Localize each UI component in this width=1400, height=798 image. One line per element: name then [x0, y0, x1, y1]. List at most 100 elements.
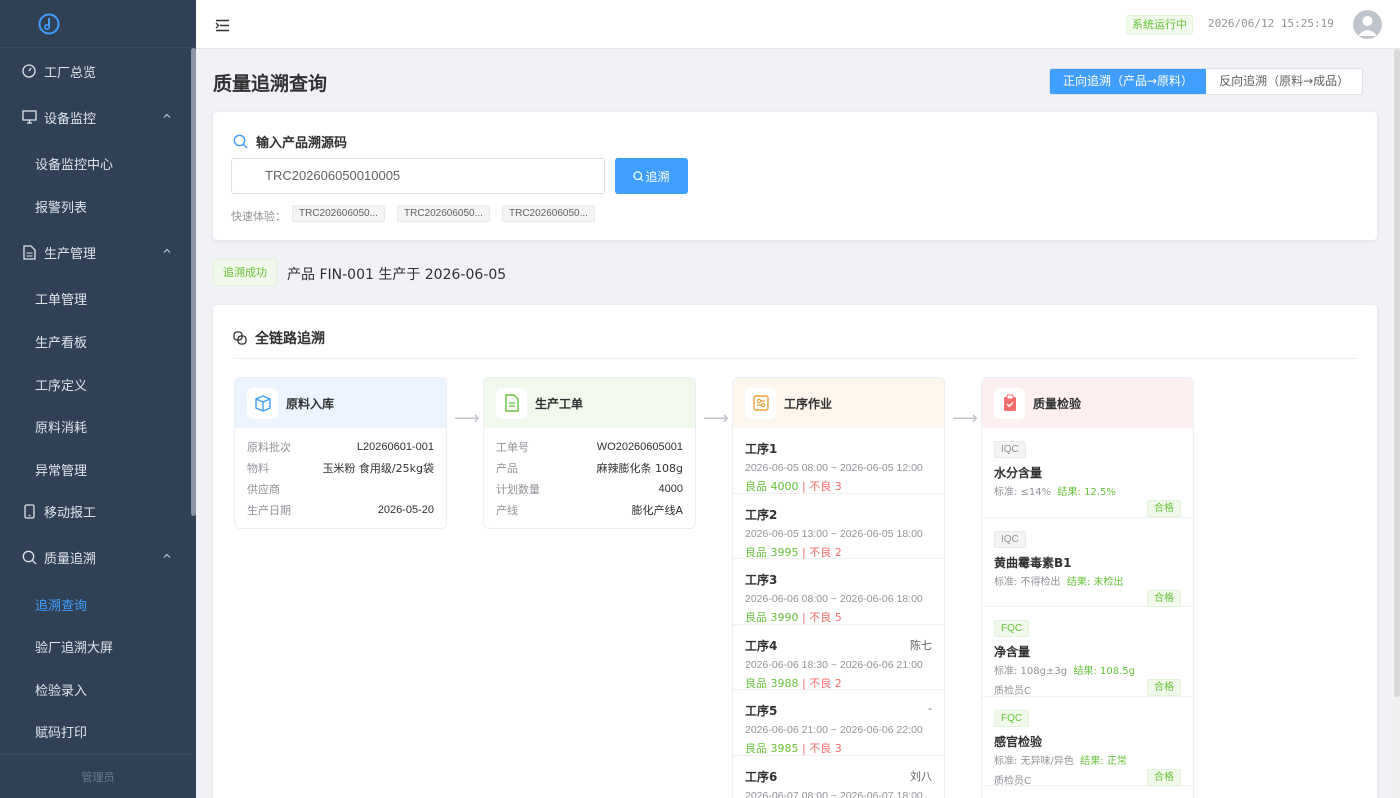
- reverse-trace-button[interactable]: 反向追溯（原料→成品）: [1206, 69, 1362, 94]
- process-step: 工序2 2026-06-05 13:00 ~ 2026-06-05 18:00 …: [733, 494, 944, 559]
- sidebar-item-exception[interactable]: 异常管理: [35, 449, 185, 489]
- sidebar-item-work-order[interactable]: 工单管理: [35, 278, 185, 318]
- process-stage-card: 工序作业 工序1 2026-06-05 08:00 ~ 2026-06-05 1…: [732, 377, 945, 798]
- stage-header: 生产工单: [484, 378, 695, 428]
- qc-type-badge: FQC: [994, 709, 1030, 727]
- link-icon: [233, 331, 247, 345]
- pass-badge: 合格: [1147, 589, 1181, 607]
- chevron-up-icon: [163, 248, 171, 253]
- chevron-up-icon: [163, 553, 171, 558]
- qc-type-badge: FQC: [994, 620, 1030, 637]
- pass-badge: 合格: [1147, 500, 1181, 517]
- forward-trace-button[interactable]: 正向追溯（产品→原料）: [1050, 69, 1207, 94]
- menu-toggle-icon[interactable]: [215, 17, 230, 36]
- quick-try-label: 快速体验：: [231, 210, 286, 223]
- sidebar-item-alarm-list[interactable]: 报警列表: [35, 186, 185, 226]
- logo-icon: [38, 13, 60, 34]
- quick-code-chip[interactable]: TRC202606050...: [502, 205, 595, 222]
- menu-label: 生产管理: [44, 246, 97, 262]
- monitor-icon: [21, 109, 37, 125]
- trace-direction-toggle: 正向追溯（产品→原料） 反向追溯（原料→成品）: [1049, 68, 1364, 95]
- sidebar-scrollbar[interactable]: [191, 48, 196, 516]
- sidebar-item-inspection-entry[interactable]: 检验录入: [35, 669, 185, 709]
- page-title: 质量追溯查询: [213, 73, 328, 95]
- sidebar-item-material-consume[interactable]: 原料消耗: [35, 406, 185, 446]
- process-step: 工序5- 2026-06-06 21:00 ~ 2026-06-06 22:00…: [733, 690, 944, 756]
- arrow-right-icon: ⟶: [454, 408, 480, 429]
- menu-device-monitor[interactable]: 设备监控: [0, 96, 190, 138]
- sidebar-item-audit-screen[interactable]: 验厂追溯大屏: [35, 626, 185, 666]
- sidebar-item-code-print[interactable]: 赋码打印: [35, 711, 185, 751]
- system-status-badge: 系统运行中: [1126, 15, 1193, 35]
- sidebar: 工厂总览 设备监控 设备监控中心 报警列表 生产管理 工单管理 生产看板 工序定…: [0, 0, 196, 798]
- material-stage-card: 原料入库 原料批次 L20260601-001 物料 玉米粉 食用级/25kg袋 供…: [234, 377, 447, 529]
- arrow-right-icon: ⟶: [952, 408, 978, 429]
- kv-row: 供应商: [247, 482, 280, 496]
- process-step: 工序6 刘八 2026-06-07 08:00 ~ 2026-06-07 18:0…: [733, 756, 944, 798]
- workorder-stage-card: 生产工单 工单号 WO20260605001 产品 麻辣膨化条 108g 计划数量 4…: [483, 377, 696, 529]
- qc-item: IQC 水分含量 标准: ≤14% 结果: 12.5% 合格: [982, 428, 1193, 518]
- menu-label: 质量追溯: [44, 551, 97, 567]
- chain-card-title: 全链路追溯: [233, 328, 325, 348]
- search-card: 输入产品溯源码 TRC202606050010005 追溯 快速体验： TRC2…: [213, 112, 1377, 240]
- page-scrollbar[interactable]: [1394, 49, 1400, 798]
- trace-search-button[interactable]: 追溯: [615, 158, 688, 194]
- chevron-up-icon: [163, 113, 171, 118]
- box-icon: [247, 387, 278, 419]
- avatar[interactable]: [1353, 10, 1382, 39]
- full-chain-card: 全链路追溯 原料入库 原料批次 L20260601-001 物料 玉米粉 食用级/2…: [213, 305, 1377, 798]
- menu-factory-overview[interactable]: 工厂总览: [0, 50, 190, 92]
- quick-code-chip[interactable]: TRC202606050...: [292, 205, 385, 222]
- kv-row: 产品 麻辣膨化条 108g: [496, 461, 683, 475]
- search-icon: [233, 134, 248, 149]
- clipboard-check-icon: [994, 387, 1025, 419]
- stage-header: 原料入库: [235, 378, 446, 428]
- sidebar-item-production-board[interactable]: 生产看板: [35, 321, 185, 361]
- mobile-icon: [21, 503, 37, 519]
- qc-stage-card: 质量检验 IQC 水分含量 标准: ≤14% 结果: 12.5% 合格 IQC …: [981, 377, 1194, 798]
- search-card-title: 输入产品溯源码: [233, 132, 347, 151]
- arrow-right-icon: ⟶: [703, 408, 729, 429]
- document-icon: [21, 244, 37, 260]
- kv-row: 产线 膨化产线A: [496, 503, 683, 517]
- stage-header: 质量检验: [982, 378, 1193, 428]
- divider: [233, 358, 1357, 359]
- qc-type-badge: IQC: [994, 530, 1026, 548]
- sidebar-item-process-def[interactable]: 工序定义: [35, 364, 185, 404]
- logo: [0, 0, 196, 48]
- sidebar-item-trace-query[interactable]: 追溯查询: [35, 584, 185, 624]
- search-icon: [633, 170, 644, 181]
- qc-item: IQC 黄曲霉毒素B1 标准: 不得检出 结果: 未检出 合格: [982, 518, 1193, 607]
- search-icon: [21, 549, 37, 565]
- top-header: 系统运行中 2026/06/12 15:25:19: [196, 0, 1400, 49]
- clock: 2026/06/12 15:25:19: [1208, 17, 1334, 30]
- process-step: 工序1 2026-06-05 08:00 ~ 2026-06-05 12:00 …: [733, 428, 944, 494]
- kv-row: 生产日期 2026-05-20: [247, 503, 434, 517]
- menu-mobile-report[interactable]: 移动报工: [0, 490, 190, 532]
- trace-result-text: 产品 FIN-001 生产于 2026-06-05: [287, 267, 507, 283]
- document-icon: [496, 387, 527, 419]
- trace-code-input[interactable]: TRC202606050010005: [231, 158, 605, 194]
- sidebar-item-device-center[interactable]: 设备监控中心: [35, 143, 185, 183]
- kv-row: 原料批次 L20260601-001: [247, 440, 434, 454]
- trace-success-badge: 追溯成功: [213, 259, 277, 286]
- qc-item: FQC 感官检验 标准: 无异味/异色 结果: 正常 质检员C 合格: [982, 697, 1193, 787]
- kv-row: 工单号 WO20260605001: [496, 440, 683, 454]
- qc-item: FQC 净含量 标准: 108g±3g 结果: 108.5g 质检员C 合格: [982, 607, 1193, 697]
- pass-badge: 合格: [1147, 679, 1181, 696]
- process-step: 工序3 2026-06-06 08:00 ~ 2026-06-06 18:00 …: [733, 559, 944, 625]
- kv-row: 物料 玉米粉 食用级/25kg袋: [247, 461, 434, 475]
- process-icon: [745, 387, 776, 419]
- menu-label: 设备监控: [44, 111, 97, 127]
- dashboard-icon: [21, 63, 37, 79]
- process-step: 工序4 陈七 2026-06-06 18:30 ~ 2026-06-06 21:0…: [733, 625, 944, 690]
- menu-production[interactable]: 生产管理: [0, 231, 190, 273]
- qc-type-badge: IQC: [994, 441, 1026, 458]
- quick-code-chip[interactable]: TRC202606050...: [397, 205, 490, 222]
- pass-badge: 合格: [1147, 768, 1181, 786]
- menu-label: 移动报工: [44, 505, 97, 521]
- menu-label: 工厂总览: [44, 65, 97, 81]
- kv-row: 计划数量 4000: [496, 482, 683, 496]
- sidebar-footer-user: 管理员: [0, 754, 196, 798]
- menu-quality-trace[interactable]: 质量追溯: [0, 536, 190, 578]
